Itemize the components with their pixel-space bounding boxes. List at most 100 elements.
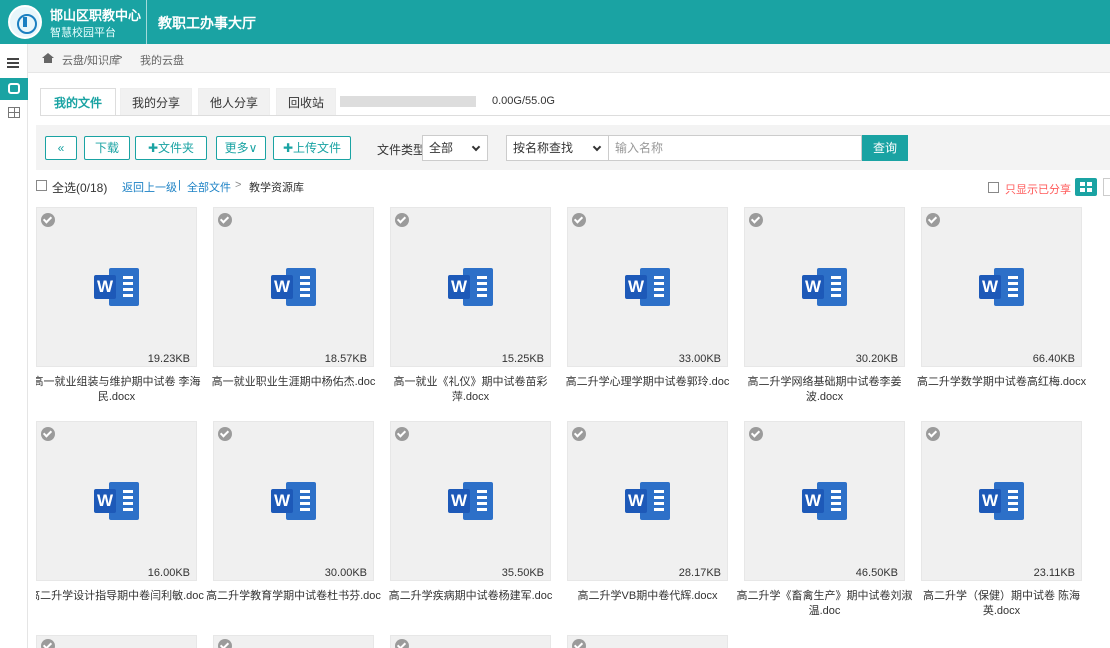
app-name[interactable]: 教职工办事大厅 <box>158 13 256 33</box>
file-card[interactable]: W 35.50KB 高二升学疾病期中试卷杨建军.doc <box>389 421 552 625</box>
breadcrumb: 云盘/知识库 > 我的云盘 <box>28 44 1110 73</box>
file-card-partial[interactable] <box>390 635 551 648</box>
file-name[interactable]: 高二升学网络基础期中试卷李姜波.docx <box>736 375 913 405</box>
file-name[interactable]: 高二升学《畜禽生产》期中试卷刘淑温.doc <box>736 589 913 619</box>
file-thumbnail[interactable]: W 28.17KB <box>567 421 728 581</box>
file-thumbnail[interactable]: W 23.11KB <box>921 421 1082 581</box>
download-button[interactable]: 下载 <box>84 136 130 160</box>
check-icon[interactable] <box>749 427 763 441</box>
file-name[interactable]: 高一就业《礼仪》期中试卷苗彩萍.docx <box>382 375 559 405</box>
file-card[interactable]: W 18.57KB 高一就业职业生涯期中杨佑杰.doc <box>212 207 375 411</box>
menu-toggle-button[interactable] <box>0 52 28 74</box>
breadcrumb-cloud-knowledge[interactable]: 云盘/知识库 <box>62 52 120 68</box>
search-mode-select[interactable]: 按名称查找 <box>506 135 609 161</box>
list-view-button[interactable] <box>1103 178 1110 196</box>
breadcrumb-separator: > <box>116 52 123 64</box>
grid-view-button[interactable] <box>1075 178 1097 196</box>
up-level-link[interactable]: 返回上一级 <box>122 179 177 195</box>
file-name[interactable]: 高二升学数学期中试卷高红梅.docx <box>913 375 1090 390</box>
file-card[interactable]: W 46.50KB 高二升学《畜禽生产》期中试卷刘淑温.doc <box>737 421 913 625</box>
file-card-partial[interactable] <box>213 635 374 648</box>
storage-usage-label: 0.00G/55.0G <box>492 95 555 107</box>
check-icon[interactable] <box>572 427 586 441</box>
file-thumbnail[interactable]: W 35.50KB <box>390 421 551 581</box>
check-icon[interactable] <box>41 639 55 648</box>
file-card[interactable]: W 23.11KB 高二升学（保健）期中试卷 陈海英.docx <box>921 421 1082 625</box>
tab-others-shares[interactable]: 他人分享 <box>198 88 270 116</box>
top-header: 邯山区职教中心 智慧校园平台 教职工办事大厅 <box>0 0 1110 44</box>
file-type-select[interactable]: 全部 <box>422 135 488 161</box>
file-card[interactable]: W 28.17KB 高二升学VB期中卷代辉.docx <box>567 421 728 625</box>
file-card[interactable]: W 16.00KB 高二升学设计指导期中卷闫利敏.doc <box>36 421 204 625</box>
tab-my-shares[interactable]: 我的分享 <box>120 88 192 116</box>
file-name[interactable]: 高二升学教育学期中试卷杜书芬.doc <box>205 589 382 604</box>
check-icon[interactable] <box>218 213 232 227</box>
check-icon[interactable] <box>395 213 409 227</box>
file-thumbnail[interactable]: W 18.57KB <box>213 207 374 367</box>
chevron-down-icon <box>471 142 481 152</box>
file-card[interactable]: W 30.20KB 高二升学网络基础期中试卷李姜波.docx <box>744 207 905 411</box>
header-divider <box>146 0 147 44</box>
file-name[interactable]: 高二升学（保健）期中试卷 陈海英.docx <box>913 589 1090 619</box>
file-thumbnail[interactable]: W 46.50KB <box>744 421 905 581</box>
check-icon[interactable] <box>41 213 55 227</box>
new-folder-button[interactable]: ✚文件夹 <box>135 136 207 160</box>
file-name[interactable]: 高二升学VB期中卷代辉.docx <box>559 589 736 604</box>
file-name[interactable]: 高一就业职业生涯期中杨佑杰.doc <box>205 375 382 390</box>
check-icon[interactable] <box>41 427 55 441</box>
file-thumbnail[interactable]: W 30.20KB <box>744 207 905 367</box>
file-thumbnail[interactable]: W 33.00KB <box>567 207 728 367</box>
search-button[interactable]: 查询 <box>862 135 908 161</box>
file-card[interactable]: W 15.25KB 高一就业《礼仪》期中试卷苗彩萍.docx <box>390 207 551 411</box>
file-card[interactable]: W 33.00KB 高二升学心理学期中试卷郭玲.doc <box>566 207 729 411</box>
file-card[interactable]: W 19.23KB 高一就业组装与维护期中试卷 李海民.docx <box>36 207 201 411</box>
file-thumbnail[interactable]: W 30.00KB <box>213 421 374 581</box>
check-icon[interactable] <box>926 213 940 227</box>
select-all-label[interactable]: 全选(0/18) <box>52 179 107 196</box>
tab-recycle-bin[interactable]: 回收站 <box>276 88 336 116</box>
file-name[interactable]: 高二升学疾病期中试卷杨建军.doc <box>382 589 559 604</box>
file-card[interactable]: W 30.00KB 高二升学教育学期中试卷杜书芬.doc <box>206 421 381 625</box>
check-icon[interactable] <box>395 427 409 441</box>
check-icon[interactable] <box>218 427 232 441</box>
file-card[interactable]: W 66.40KB 高二升学数学期中试卷高红梅.docx <box>917 207 1086 411</box>
file-name[interactable]: 高二升学心理学期中试卷郭玲.doc <box>559 375 736 390</box>
select-all-checkbox[interactable] <box>36 180 47 191</box>
check-icon[interactable] <box>395 639 409 648</box>
upload-file-button[interactable]: ✚上传文件 <box>273 136 351 160</box>
check-icon[interactable] <box>572 639 586 648</box>
show-shared-checkbox[interactable] <box>988 182 999 193</box>
check-icon[interactable] <box>926 427 940 441</box>
left-rail <box>0 44 28 648</box>
word-letter-plate: W <box>979 275 1001 299</box>
file-thumbnail[interactable]: W 19.23KB <box>36 207 197 367</box>
home-icon[interactable] <box>42 53 54 63</box>
file-thumbnail[interactable]: W 15.25KB <box>390 207 551 367</box>
file-size: 28.17KB <box>678 567 721 579</box>
word-letter-plate: W <box>625 275 647 299</box>
show-shared-label[interactable]: 只显示已分享 <box>1005 181 1071 197</box>
file-thumbnail[interactable]: W 16.00KB <box>36 421 197 581</box>
more-button[interactable]: 更多∨ <box>216 136 266 160</box>
word-letter-plate: W <box>448 275 470 299</box>
file-type-value: 全部 <box>429 141 454 155</box>
all-files-link[interactable]: 全部文件 <box>187 179 231 195</box>
check-icon[interactable] <box>572 213 586 227</box>
search-input[interactable]: 输入名称 <box>609 135 862 161</box>
brand-title: 邯山区职教中心 <box>50 8 142 23</box>
file-card-partial[interactable] <box>36 635 197 648</box>
check-icon[interactable] <box>218 639 232 648</box>
file-size: 16.00KB <box>147 567 190 579</box>
cloud-disk-nav-button[interactable] <box>0 78 28 100</box>
grid-nav-button[interactable] <box>0 102 28 124</box>
word-document-icon: W <box>802 267 848 307</box>
back-button[interactable]: « <box>45 136 77 160</box>
file-thumbnail[interactable]: W 66.40KB <box>921 207 1082 367</box>
file-name[interactable]: 高一就业组装与维护期中试卷 李海民.docx <box>36 375 205 405</box>
file-name[interactable]: 高二升学设计指导期中卷闫利敏.doc <box>36 589 205 604</box>
check-icon[interactable] <box>749 213 763 227</box>
breadcrumb-my-cloud[interactable]: 我的云盘 <box>140 52 184 68</box>
file-card-partial[interactable] <box>567 635 728 648</box>
word-document-icon: W <box>271 267 317 307</box>
tab-my-files[interactable]: 我的文件 <box>40 88 116 116</box>
